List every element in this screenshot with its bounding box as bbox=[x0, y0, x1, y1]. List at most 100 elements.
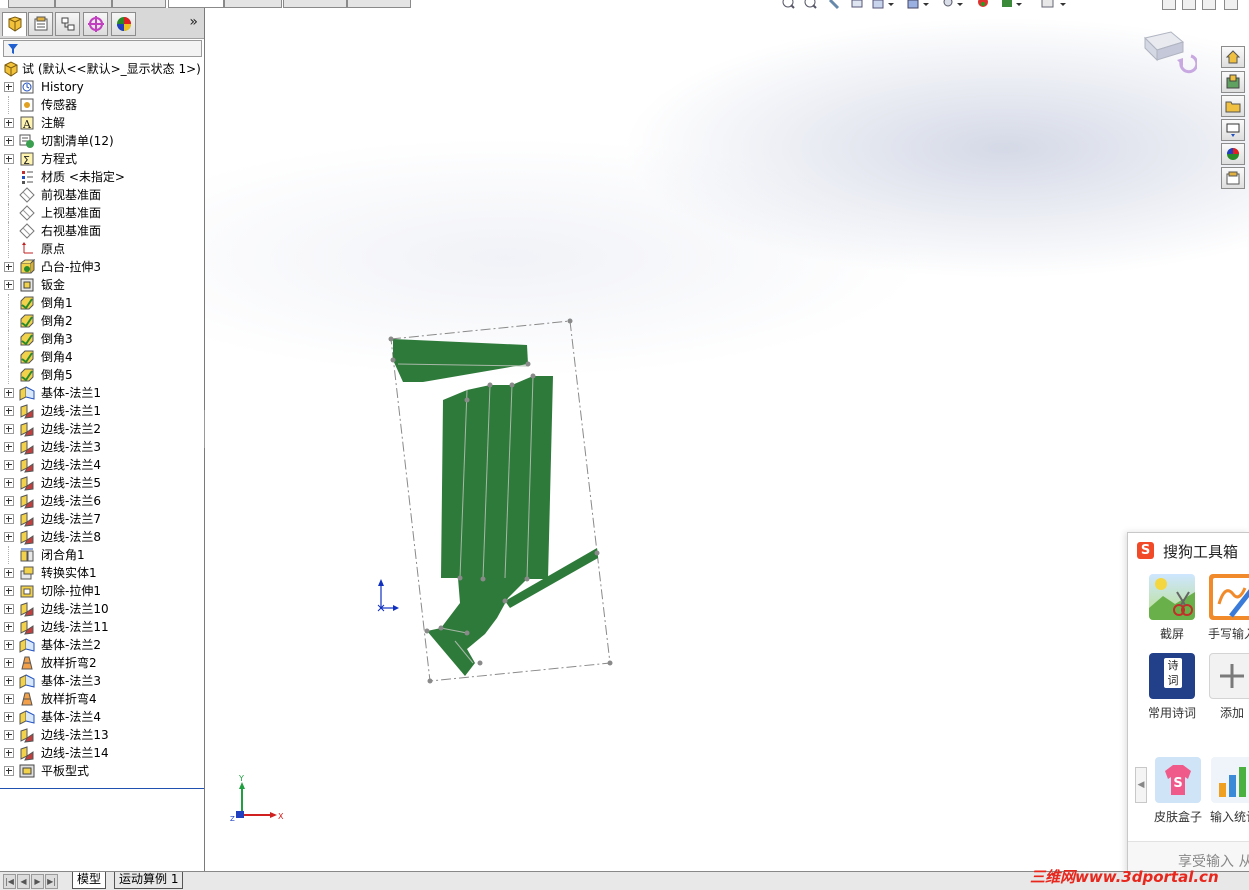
display-manager-tab[interactable] bbox=[111, 12, 136, 36]
tree-item[interactable]: 基体-法兰4 bbox=[0, 708, 204, 726]
expand-toggle-icon[interactable] bbox=[4, 118, 14, 128]
expand-toggle-icon[interactable] bbox=[4, 154, 14, 164]
graphics-viewport[interactable]: Y X Z bbox=[205, 0, 1249, 871]
dimxpert-tab[interactable] bbox=[83, 12, 108, 36]
expand-toggle-icon[interactable] bbox=[4, 604, 14, 614]
tree-item[interactable]: 倒角5 bbox=[0, 366, 204, 384]
expand-toggle-icon[interactable] bbox=[4, 514, 14, 524]
expand-toggle-icon[interactable] bbox=[4, 388, 14, 398]
more-tabs-chevron-icon[interactable]: » bbox=[189, 14, 198, 30]
tree-item[interactable]: 原点 bbox=[0, 240, 204, 258]
tree-item[interactable]: 倒角4 bbox=[0, 348, 204, 366]
expand-toggle-icon[interactable] bbox=[4, 694, 14, 704]
tree-item[interactable]: Σ 方程式 bbox=[0, 150, 204, 168]
expand-toggle-icon[interactable] bbox=[4, 496, 14, 506]
tree-item[interactable]: 前视基准面 bbox=[0, 186, 204, 204]
tree-item[interactable]: 边线-法兰8 bbox=[0, 528, 204, 546]
sogou-tool-stats[interactable]: 输入统计 bbox=[1208, 757, 1249, 825]
tree-item[interactable]: 边线-法兰4 bbox=[0, 456, 204, 474]
sogou-tool-handwriting[interactable]: 手写输入 bbox=[1206, 574, 1249, 642]
appearances-icon[interactable] bbox=[1221, 143, 1245, 165]
expand-toggle-icon[interactable] bbox=[4, 568, 14, 578]
tree-item[interactable]: 边线-法兰10 bbox=[0, 600, 204, 618]
expand-toggle-icon[interactable] bbox=[4, 442, 14, 452]
home-icon[interactable] bbox=[1221, 46, 1245, 68]
last-tab-icon[interactable]: ▶| bbox=[45, 874, 58, 889]
tree-item[interactable]: History bbox=[0, 78, 204, 96]
expand-toggle-icon[interactable] bbox=[4, 82, 14, 92]
prev-tab-icon[interactable]: ◀ bbox=[17, 874, 30, 889]
tree-item[interactable]: 边线-法兰11 bbox=[0, 618, 204, 636]
tree-item[interactable]: 边线-法兰14 bbox=[0, 744, 204, 762]
expand-toggle-icon[interactable] bbox=[4, 280, 14, 290]
top-tab[interactable] bbox=[347, 0, 411, 8]
expand-toggle-icon[interactable] bbox=[4, 424, 14, 434]
tree-item[interactable]: 转换实体1 bbox=[0, 564, 204, 582]
expand-toggle-icon[interactable] bbox=[4, 766, 14, 776]
view-palette-icon[interactable] bbox=[1221, 119, 1245, 141]
top-tab-active[interactable] bbox=[168, 0, 224, 8]
tree-item[interactable]: 凸台-拉伸3 bbox=[0, 258, 204, 276]
sogou-tool-skin[interactable]: S 皮肤盒子 bbox=[1152, 757, 1204, 825]
tree-root-part[interactable]: 试 (默认<<默认>_显示状态 1>) bbox=[0, 60, 204, 78]
property-manager-tab[interactable] bbox=[28, 12, 53, 36]
tree-item[interactable]: 切割清单(12) bbox=[0, 132, 204, 150]
expand-toggle-icon[interactable] bbox=[4, 730, 14, 740]
tree-filter-bar[interactable] bbox=[3, 40, 202, 57]
tree-item[interactable]: 基体-法兰3 bbox=[0, 672, 204, 690]
tree-item[interactable]: 切除-拉伸1 bbox=[0, 582, 204, 600]
configuration-manager-tab[interactable] bbox=[55, 12, 80, 36]
top-tab[interactable] bbox=[112, 0, 166, 8]
expand-toggle-icon[interactable] bbox=[4, 658, 14, 668]
sogou-scroll-left-icon[interactable]: ◀ bbox=[1135, 767, 1147, 803]
feature-manager-tab[interactable] bbox=[2, 12, 27, 36]
top-tab[interactable] bbox=[224, 0, 282, 8]
tree-item[interactable]: 平板型式 bbox=[0, 762, 204, 780]
file-explorer-icon[interactable] bbox=[1221, 95, 1245, 117]
tree-item[interactable]: 放样折弯2 bbox=[0, 654, 204, 672]
tree-item[interactable]: 闭合角1 bbox=[0, 546, 204, 564]
first-tab-icon[interactable]: |◀ bbox=[3, 874, 16, 889]
tree-item[interactable]: 上视基准面 bbox=[0, 204, 204, 222]
tree-item[interactable]: 基体-法兰1 bbox=[0, 384, 204, 402]
tree-item[interactable]: 钣金 bbox=[0, 276, 204, 294]
design-library-icon[interactable] bbox=[1221, 71, 1245, 93]
custom-properties-icon[interactable] bbox=[1221, 167, 1245, 189]
tree-item[interactable]: 放样折弯4 bbox=[0, 690, 204, 708]
expand-toggle-icon[interactable] bbox=[4, 640, 14, 650]
tree-item[interactable]: 边线-法兰7 bbox=[0, 510, 204, 528]
expand-toggle-icon[interactable] bbox=[4, 262, 14, 272]
expand-toggle-icon[interactable] bbox=[4, 478, 14, 488]
tree-item[interactable]: 边线-法兰3 bbox=[0, 438, 204, 456]
tree-item[interactable]: 倒角3 bbox=[0, 330, 204, 348]
sogou-tool-poetry[interactable]: 诗词 常用诗词 bbox=[1146, 653, 1198, 721]
tab-model[interactable]: 模型 bbox=[72, 872, 107, 889]
top-tab[interactable] bbox=[283, 0, 347, 8]
tree-item[interactable]: A 注解 bbox=[0, 114, 204, 132]
expand-toggle-icon[interactable] bbox=[4, 136, 14, 146]
tab-motion-study[interactable]: 运动算例 1 bbox=[114, 872, 184, 889]
tree-item[interactable]: 材质 <未指定> bbox=[0, 168, 204, 186]
tree-item[interactable]: 边线-法兰13 bbox=[0, 726, 204, 744]
next-tab-icon[interactable]: ▶ bbox=[31, 874, 44, 889]
tree-item[interactable]: 右视基准面 bbox=[0, 222, 204, 240]
expand-toggle-icon[interactable] bbox=[4, 532, 14, 542]
tree-item[interactable]: 边线-法兰5 bbox=[0, 474, 204, 492]
tree-item[interactable]: 边线-法兰2 bbox=[0, 420, 204, 438]
view-cube-icon[interactable] bbox=[1137, 26, 1197, 76]
tree-item[interactable]: 倒角1 bbox=[0, 294, 204, 312]
top-tab[interactable] bbox=[55, 0, 112, 8]
tree-item[interactable]: 倒角2 bbox=[0, 312, 204, 330]
flat-pattern-model[interactable] bbox=[205, 8, 1249, 871]
tree-item[interactable]: 传感器 bbox=[0, 96, 204, 114]
sogou-tool-add[interactable]: 添加 bbox=[1206, 653, 1249, 721]
tree-item[interactable]: 边线-法兰1 bbox=[0, 402, 204, 420]
expand-toggle-icon[interactable] bbox=[4, 622, 14, 632]
expand-toggle-icon[interactable] bbox=[4, 712, 14, 722]
expand-toggle-icon[interactable] bbox=[4, 406, 14, 416]
expand-toggle-icon[interactable] bbox=[4, 676, 14, 686]
expand-toggle-icon[interactable] bbox=[4, 586, 14, 596]
expand-toggle-icon[interactable] bbox=[4, 460, 14, 470]
top-tab[interactable] bbox=[8, 0, 55, 8]
tree-item[interactable]: 边线-法兰6 bbox=[0, 492, 204, 510]
